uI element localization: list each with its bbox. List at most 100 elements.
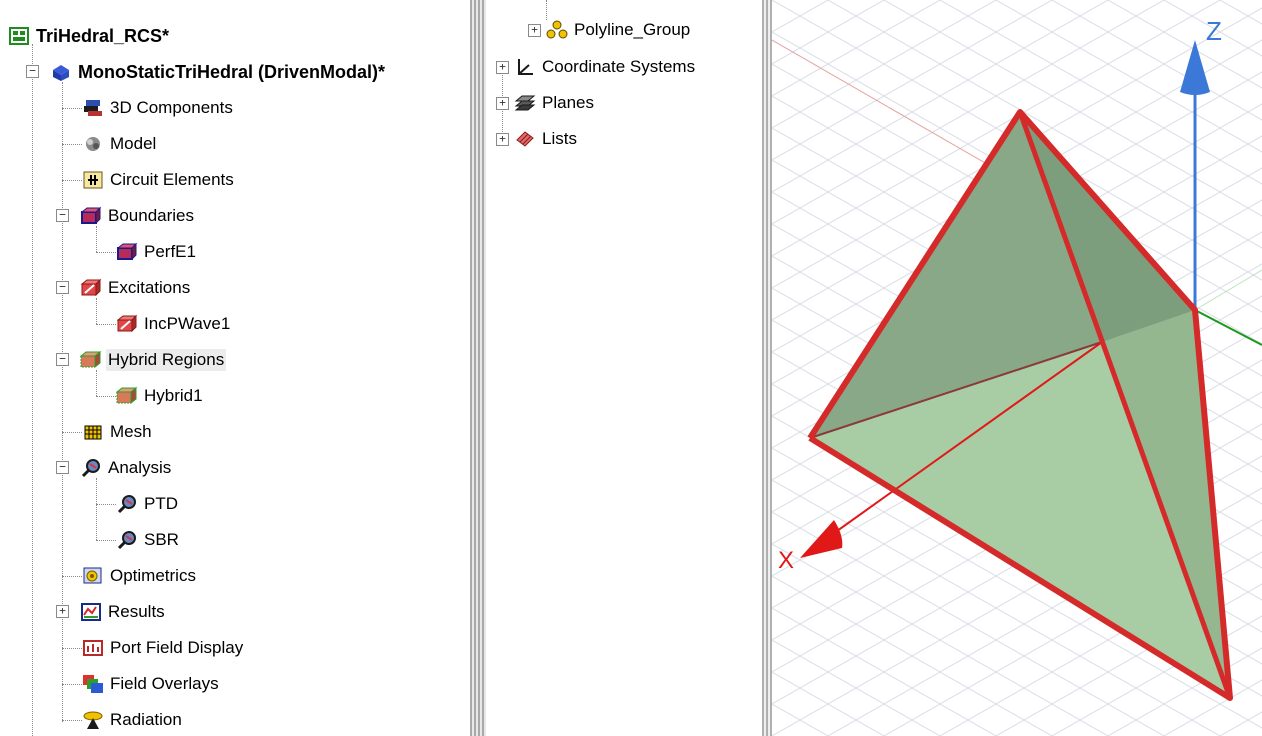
tree-item-mesh[interactable]: Mesh (82, 417, 154, 447)
hfss-design-icon (50, 62, 72, 82)
tree-line (62, 720, 82, 721)
tree-item-ptd[interactable]: PTD (116, 489, 180, 519)
tree-item-design[interactable]: − MonoStaticTriHedral (DrivenModal)* (26, 57, 387, 87)
tree-item-label: Circuit Elements (110, 170, 234, 189)
collapse-icon[interactable]: − (26, 65, 39, 78)
circuit-elements-icon (82, 170, 104, 190)
viewport-canvas[interactable]: Z X (772, 0, 1262, 736)
tree-line (62, 576, 82, 577)
design-label: MonoStaticTriHedral (DrivenModal)* (78, 61, 386, 82)
model-item-coordinate-systems[interactable]: + Coordinate Systems (496, 52, 697, 82)
tree-line (96, 478, 97, 540)
tree-item-optimetrics[interactable]: Optimetrics (82, 561, 198, 591)
collapse-icon[interactable]: − (56, 281, 69, 294)
mesh-icon (82, 422, 104, 442)
tree-line (62, 144, 82, 145)
tree-item-label: Field Overlays (110, 674, 219, 693)
z-axis-label: Z (1206, 16, 1222, 46)
tree-item-field-overlays[interactable]: Field Overlays (82, 669, 221, 699)
boundaries-icon (80, 206, 102, 226)
x-axis-label: X (778, 547, 794, 574)
tree-item-incpwave1[interactable]: IncPWave1 (116, 309, 232, 339)
collapse-icon[interactable]: − (56, 353, 69, 366)
tree-item-label: Coordinate Systems (542, 57, 696, 76)
lists-icon (514, 129, 536, 149)
project-icon (8, 26, 30, 46)
expand-icon[interactable]: + (496, 61, 509, 74)
field-overlays-icon (82, 674, 104, 694)
tree-item-label: Results (108, 602, 165, 621)
tree-item-label: Polyline_Group (574, 20, 691, 39)
coordinate-systems-icon (514, 57, 536, 77)
tree-line (62, 648, 82, 649)
tree-line (62, 180, 82, 181)
tree-item-label: PTD (144, 494, 178, 513)
tree-item-label: Radiation (110, 710, 182, 729)
tree-item-label: Boundaries (108, 206, 195, 225)
model-icon (82, 134, 104, 154)
tree-line (96, 396, 116, 397)
tree-line (96, 504, 116, 505)
expand-icon[interactable]: + (496, 97, 509, 110)
polyline-group-icon (546, 20, 568, 40)
expand-icon[interactable]: + (528, 24, 541, 37)
optimetrics-icon (82, 566, 104, 586)
tree-item-label: Excitations (108, 278, 191, 297)
hybrid-region-icon (115, 386, 138, 406)
tree-item-label: 3D Components (110, 98, 233, 117)
analysis-icon (80, 458, 102, 478)
tree-item-label: PerfE1 (144, 242, 196, 261)
results-icon (80, 602, 102, 622)
setup-icon (116, 530, 138, 550)
tree-item-perfe1[interactable]: PerfE1 (116, 237, 198, 267)
tree-item-label: Optimetrics (110, 566, 196, 585)
tree-item-label: IncPWave1 (144, 314, 231, 333)
tree-line (62, 108, 82, 109)
tree-item-sbr[interactable]: SBR (116, 525, 181, 555)
tree-item-label: Port Field Display (110, 638, 244, 657)
setup-icon (116, 494, 138, 514)
model-item-lists[interactable]: + Lists (496, 124, 579, 154)
tree-line (96, 540, 116, 541)
hybrid-regions-icon (79, 350, 102, 370)
tree-line (96, 252, 116, 253)
radiation-icon (82, 710, 104, 730)
tree-item-label: Analysis (108, 458, 172, 477)
tree-line (32, 44, 33, 736)
tree-item-port-field-display[interactable]: Port Field Display (82, 633, 245, 663)
tree-item-label: Lists (542, 129, 577, 148)
3d-modeler-viewport[interactable]: Z X (772, 0, 1262, 736)
model-item-polyline-group[interactable]: + Polyline_Group (528, 15, 692, 45)
expand-icon[interactable]: + (56, 605, 69, 618)
planes-icon (514, 93, 536, 113)
tree-item-label: Hybrid Regions (106, 349, 227, 371)
port-field-display-icon (82, 638, 104, 658)
boundary-icon (116, 242, 138, 262)
expand-icon[interactable]: + (496, 133, 509, 146)
tree-line (96, 324, 116, 325)
tree-line (62, 684, 82, 685)
pane-splitter[interactable] (762, 0, 772, 736)
collapse-icon[interactable]: − (56, 209, 69, 222)
pane-splitter[interactable] (470, 0, 486, 736)
tree-item-hybrid1[interactable]: Hybrid1 (115, 381, 205, 411)
tree-item-model[interactable]: Model (82, 129, 158, 159)
tree-item-label: Hybrid1 (144, 386, 203, 405)
collapse-icon[interactable]: − (56, 461, 69, 474)
tree-item-circuit-elements[interactable]: Circuit Elements (82, 165, 236, 195)
excitation-icon (116, 314, 138, 334)
tree-item-label: Model (110, 134, 157, 153)
tree-item-label: Mesh (110, 422, 152, 441)
tree-item-3d-components[interactable]: 3D Components (82, 93, 235, 123)
project-manager-tree[interactable]: TriHedral_RCS* − MonoStaticTriHedral (Dr… (0, 0, 470, 736)
tree-item-project[interactable]: TriHedral_RCS* (8, 21, 171, 51)
tree-item-hybrid-regions[interactable]: − Hybrid Regions (56, 345, 227, 375)
model-tree[interactable]: + Polyline_Group + Coordinate Systems + … (486, 0, 762, 736)
tree-item-excitations[interactable]: − Excitations (56, 273, 192, 303)
tree-item-boundaries[interactable]: − Boundaries (56, 201, 196, 231)
tree-item-analysis[interactable]: − Analysis (56, 453, 173, 483)
model-item-planes[interactable]: + Planes (496, 88, 596, 118)
tree-item-radiation[interactable]: Radiation (82, 705, 184, 735)
excitations-icon (80, 278, 102, 298)
tree-item-results[interactable]: + Results (56, 597, 167, 627)
